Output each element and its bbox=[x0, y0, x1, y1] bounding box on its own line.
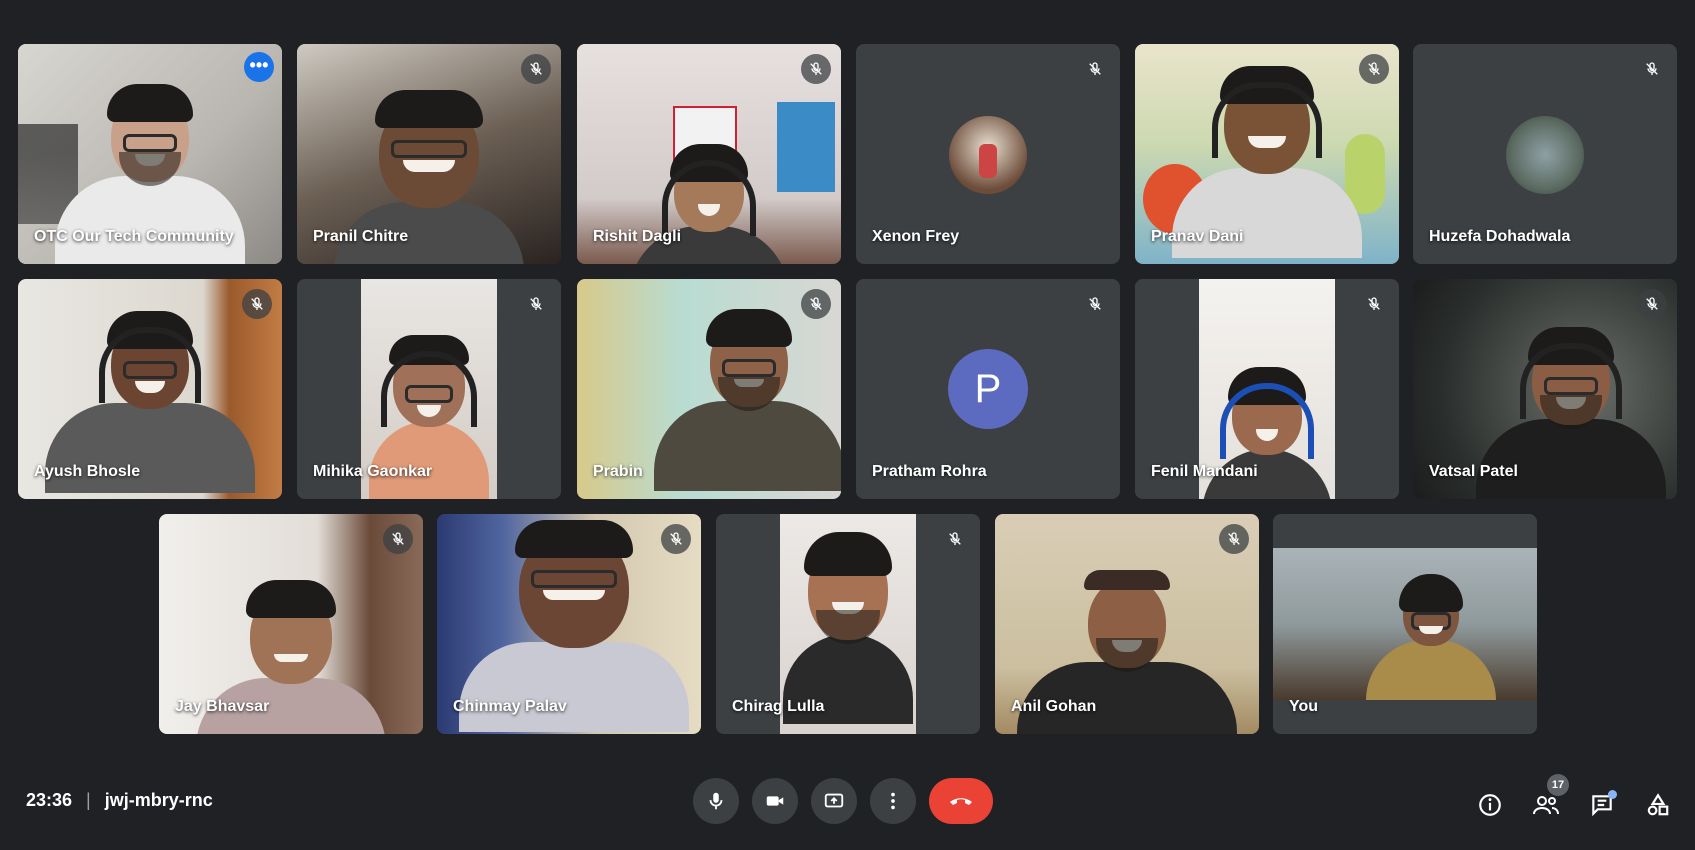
meeting-info: 23:36 | jwj-mbry-rnc bbox=[26, 790, 213, 811]
participant-name: Rishit Dagli bbox=[593, 228, 682, 245]
meeting-time: 23:36 bbox=[26, 790, 73, 810]
mic-off-icon bbox=[1637, 289, 1667, 319]
participant-name: Xenon Frey bbox=[872, 228, 960, 245]
mic-off-icon bbox=[1637, 54, 1667, 84]
people-button[interactable]: 17 bbox=[1529, 774, 1569, 822]
mic-off-icon bbox=[1359, 289, 1389, 319]
participant-name: Mihika Gaonkar bbox=[313, 463, 433, 480]
activities-button[interactable] bbox=[1641, 788, 1675, 822]
participant-name: Anil Gohan bbox=[1011, 698, 1097, 715]
participant-name: Huzefa Dohadwala bbox=[1429, 228, 1571, 245]
participant-tile[interactable]: You bbox=[1273, 514, 1537, 734]
participant-tile[interactable]: Fenil Mandani bbox=[1135, 279, 1399, 499]
participant-tile[interactable]: Ayush Bhosle bbox=[18, 279, 282, 499]
participant-tile[interactable]: Chirag Lulla bbox=[716, 514, 980, 734]
participant-tile[interactable]: Mihika Gaonkar bbox=[297, 279, 561, 499]
mic-off-icon bbox=[1080, 54, 1110, 84]
meeting-control-bar: 23:36 | jwj-mbry-rnc 17 bbox=[0, 760, 1695, 850]
participant-grid: ••• OTC Our Tech Community Pranil Chitre… bbox=[0, 0, 1695, 760]
participant-tile[interactable]: Chinmay Palav bbox=[437, 514, 701, 734]
leave-call-button[interactable] bbox=[929, 778, 993, 824]
mic-off-icon bbox=[521, 54, 551, 84]
present-screen-button[interactable] bbox=[811, 778, 857, 824]
participant-name: Prabin bbox=[593, 463, 643, 480]
more-options-icon[interactable]: ••• bbox=[244, 52, 274, 82]
info-icon bbox=[1479, 794, 1501, 816]
side-panel-controls: 17 bbox=[1473, 774, 1675, 822]
microphone-button[interactable] bbox=[693, 778, 739, 824]
participant-name: Vatsal Patel bbox=[1429, 463, 1518, 480]
present-screen-icon bbox=[824, 793, 844, 808]
mic-off-icon bbox=[521, 289, 551, 319]
meeting-info-separator: | bbox=[86, 790, 91, 810]
participant-tile[interactable]: Huzefa Dohadwala bbox=[1413, 44, 1677, 264]
participant-tile[interactable]: Jay Bhavsar bbox=[159, 514, 423, 734]
participant-tile[interactable]: Prabin bbox=[577, 279, 841, 499]
profile-avatar bbox=[1506, 116, 1584, 194]
mic-off-icon bbox=[801, 54, 831, 84]
participant-tile[interactable]: Vatsal Patel bbox=[1413, 279, 1677, 499]
camera-icon bbox=[766, 796, 784, 806]
mic-off-icon bbox=[661, 524, 691, 554]
mic-off-icon bbox=[242, 289, 272, 319]
participant-name: Ayush Bhosle bbox=[34, 463, 141, 480]
participant-name: Chinmay Palav bbox=[453, 698, 567, 715]
microphone-icon bbox=[709, 792, 723, 810]
participant-name: Jay Bhavsar bbox=[175, 698, 270, 715]
call-controls bbox=[693, 778, 993, 824]
participant-tile[interactable]: Pranav Dani bbox=[1135, 44, 1399, 264]
more-options-button[interactable] bbox=[870, 778, 916, 824]
participant-tile[interactable]: P Pratham Rohra bbox=[856, 279, 1120, 499]
participant-tile[interactable]: Pranil Chitre bbox=[297, 44, 561, 264]
camera-button[interactable] bbox=[752, 778, 798, 824]
participant-name: Fenil Mandani bbox=[1151, 463, 1258, 480]
mic-off-icon bbox=[1080, 289, 1110, 319]
participant-tile[interactable]: Anil Gohan bbox=[995, 514, 1259, 734]
unread-indicator bbox=[1608, 790, 1617, 799]
mic-off-icon bbox=[1359, 54, 1389, 84]
mic-off-icon bbox=[383, 524, 413, 554]
participant-tile[interactable]: Xenon Frey bbox=[856, 44, 1120, 264]
participant-name: Pratham Rohra bbox=[872, 463, 987, 480]
meeting-details-button[interactable] bbox=[1473, 788, 1507, 822]
end-call-icon bbox=[950, 798, 972, 805]
participant-name: Pranil Chitre bbox=[313, 228, 409, 245]
more-vert-icon bbox=[891, 792, 895, 810]
profile-avatar bbox=[949, 116, 1027, 194]
participant-name: You bbox=[1289, 698, 1319, 715]
mic-off-icon bbox=[1219, 524, 1249, 554]
participant-name: Chirag Lulla bbox=[732, 698, 825, 715]
participant-tile[interactable]: ••• OTC Our Tech Community bbox=[18, 44, 282, 264]
mic-off-icon bbox=[940, 524, 970, 554]
chat-button[interactable] bbox=[1585, 788, 1619, 822]
meeting-code: jwj-mbry-rnc bbox=[104, 790, 213, 810]
mic-off-icon bbox=[801, 289, 831, 319]
people-count-badge: 17 bbox=[1547, 774, 1569, 796]
avatar-initial: P bbox=[948, 349, 1028, 429]
participant-tile[interactable]: Rishit Dagli bbox=[577, 44, 841, 264]
participant-name: OTC Our Tech Community bbox=[34, 228, 234, 245]
participant-name: Pranav Dani bbox=[1151, 228, 1244, 245]
activities-icon bbox=[1647, 793, 1669, 816]
